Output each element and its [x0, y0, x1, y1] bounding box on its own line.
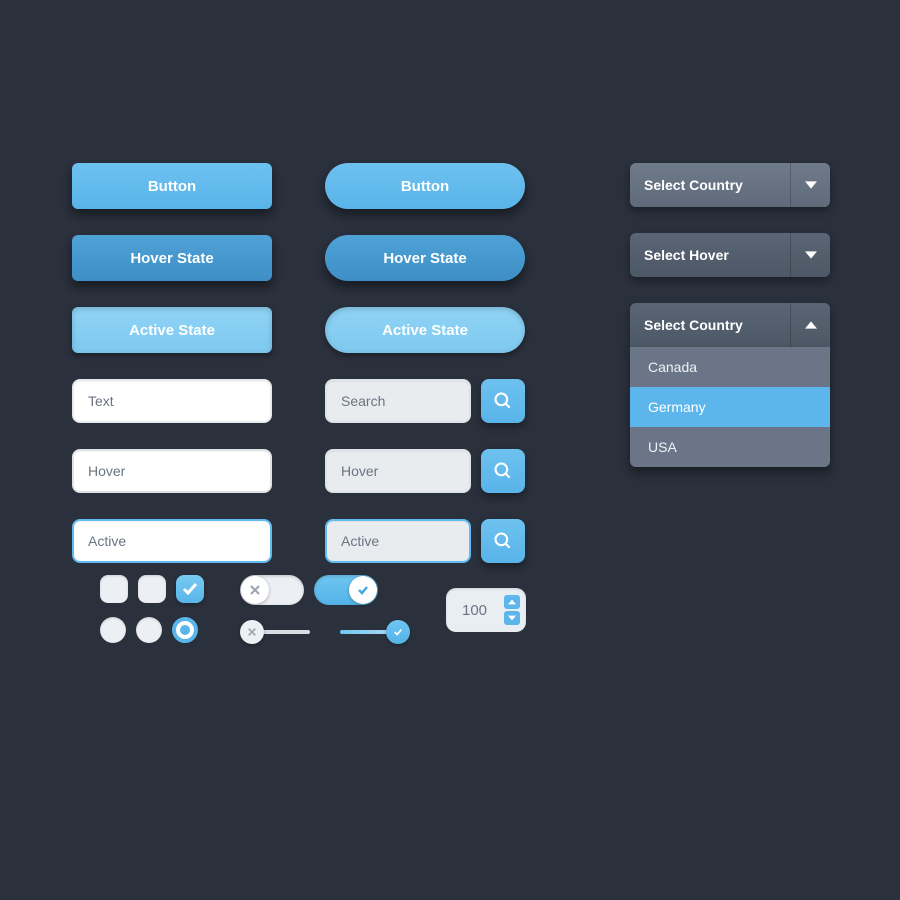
select-option[interactable]: USA: [630, 427, 830, 467]
toggle-off[interactable]: [240, 575, 304, 605]
checkbox-unchecked[interactable]: [100, 575, 128, 603]
button-default-pill[interactable]: Button: [325, 163, 525, 209]
select-option-list: Canada Germany USA: [630, 347, 830, 467]
checkbox-unchecked[interactable]: [138, 575, 166, 603]
select-hover-label: Select Hover: [630, 233, 790, 277]
select-hover[interactable]: Select Hover: [630, 233, 830, 277]
button-default-rect[interactable]: Button: [72, 163, 272, 209]
select-open[interactable]: Select Country: [630, 303, 830, 347]
stepper-down[interactable]: [504, 611, 520, 625]
slider-handle[interactable]: [240, 620, 264, 644]
slider-min[interactable]: [240, 619, 320, 645]
slider-max[interactable]: [330, 619, 410, 645]
caret-up-icon: [790, 303, 830, 347]
toggle-knob: [349, 576, 377, 604]
caret-up-icon: [508, 598, 516, 606]
close-icon: [249, 584, 261, 596]
search-input-default[interactable]: Search: [325, 379, 471, 423]
close-icon: [247, 627, 257, 637]
slider-handle[interactable]: [386, 620, 410, 644]
search-input-active[interactable]: Active: [325, 519, 471, 563]
stepper-value: 100: [462, 602, 504, 619]
button-active-rect[interactable]: Active State: [72, 307, 272, 353]
search-button-default[interactable]: [481, 379, 525, 423]
select-default[interactable]: Select Country: [630, 163, 830, 207]
select-option-selected[interactable]: Germany: [630, 387, 830, 427]
radio-unselected[interactable]: [136, 617, 162, 643]
toggle-knob: [241, 576, 269, 604]
button-active-pill[interactable]: Active State: [325, 307, 525, 353]
search-icon: [493, 531, 513, 551]
caret-down-icon: [508, 614, 516, 622]
toggle-on[interactable]: [314, 575, 378, 605]
number-stepper[interactable]: 100: [446, 588, 526, 632]
radio-unselected[interactable]: [100, 617, 126, 643]
button-hover-rect[interactable]: Hover State: [72, 235, 272, 281]
select-default-label: Select Country: [630, 163, 790, 207]
select-open-label: Select Country: [630, 303, 790, 347]
search-button-active[interactable]: [481, 519, 525, 563]
button-hover-pill[interactable]: Hover State: [325, 235, 525, 281]
text-input-active[interactable]: Active: [72, 519, 272, 563]
caret-down-icon: [790, 233, 830, 277]
checkbox-checked[interactable]: [176, 575, 204, 603]
select-option[interactable]: Canada: [630, 347, 830, 387]
search-icon: [493, 391, 513, 411]
check-icon: [357, 584, 369, 596]
search-button-hover[interactable]: [481, 449, 525, 493]
check-icon: [182, 581, 198, 597]
caret-down-icon: [790, 163, 830, 207]
search-input-hover[interactable]: Hover: [325, 449, 471, 493]
check-icon: [393, 627, 403, 637]
search-icon: [493, 461, 513, 481]
text-input-default[interactable]: Text: [72, 379, 272, 423]
radio-selected[interactable]: [172, 617, 198, 643]
text-input-hover[interactable]: Hover: [72, 449, 272, 493]
stepper-up[interactable]: [504, 595, 520, 609]
